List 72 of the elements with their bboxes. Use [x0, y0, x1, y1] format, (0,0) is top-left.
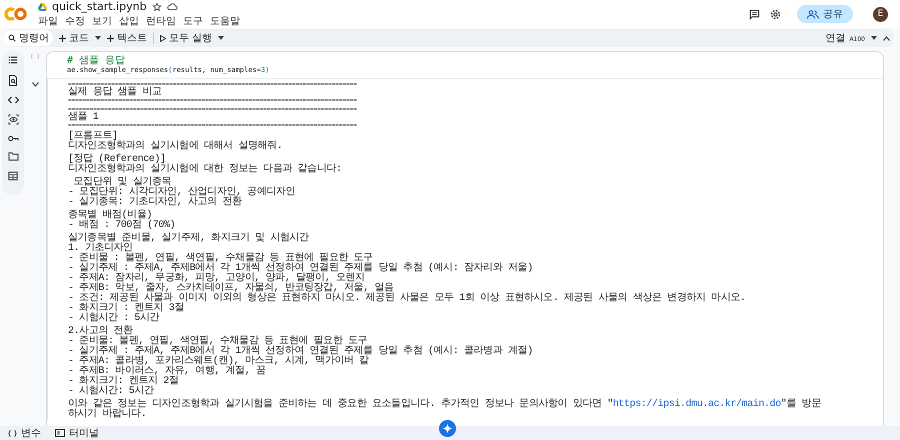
- output-line: - 준비물 : 볼펜, 연필, 색연필, 수채물감 등 표현에 필요한 도구: [68, 254, 374, 264]
- add-code-button[interactable]: 코드: [59, 31, 89, 45]
- output-line: - 실기주제 : 주제A, 주제B에서 각 1개씩 선정하여 연결된 주제를 당일 추첨 (예시: 잠자리와 저울): [68, 264, 534, 274]
- output-line: 종목별 배점(비율): [68, 211, 152, 221]
- drive-icon: [38, 2, 47, 10]
- output-line: 이와 같은 정보는 디자인조형학과 실기시험을 준비하는 데 중요한 요소들입니다. 추가적인 정보나 문의사항이 있다면 "https://ipsi.dmu.ac.kr/main.do"를 방문하시기 바랍니다.: [68, 400, 822, 420]
- plus-icon: [107, 34, 114, 42]
- comment-icon[interactable]: [749, 8, 760, 20]
- output-line: - 주제B: 악보, 줄자, 스카치테이프, 자물쇠, 반코팅장갑, 저울, 얼음: [68, 284, 395, 294]
- output-line: - 배점 : 700점 (70%): [68, 221, 176, 231]
- output-line: 실제 응답 샘플 비교: [68, 88, 163, 98]
- output-line: - 화지크기: 켄트지 2절: [68, 377, 180, 387]
- output-line: - 시험시간 : 5시간: [68, 314, 160, 324]
- chevron-down-icon[interactable]: [32, 82, 38, 87]
- output-line: 디자인조형학과의 실기시험에 대해서 설명해줘.: [68, 142, 284, 152]
- braces-icon: [8, 430, 17, 436]
- table-of-contents-icon[interactable]: [8, 55, 18, 65]
- output-line: 2.사고의 전환: [68, 327, 133, 337]
- output-line: - 주제A: 콜라병, 포카리스웨트(캔), 마스크, 시계, 맥가이버 칼: [68, 357, 370, 367]
- caret-icon[interactable]: [95, 36, 101, 40]
- run-all-button[interactable]: 모두 실행: [160, 31, 212, 45]
- folder-icon[interactable]: [8, 152, 18, 161]
- output-line: - 준비물: 볼펜, 연필, 색연필, 수채물감 등 표현에 필요한 도구: [68, 337, 368, 347]
- variables-button[interactable]: 변수: [8, 426, 41, 440]
- output-line: - 조건: 제공된 사물과 이미지 이외의 형상은 표현하지 마시오. 제공된 사물은 모두 1회 이상 표현하시오. 제공된 사물의 색상은 변경하지 마시오.: [68, 294, 747, 304]
- key-icon[interactable]: [8, 135, 18, 142]
- play-icon: [160, 34, 166, 42]
- search-icon: [8, 34, 16, 42]
- cloud-icon[interactable]: [166, 2, 178, 11]
- menu-item[interactable]: 도움말: [210, 14, 240, 28]
- plus-icon: [59, 34, 66, 42]
- eye-icon[interactable]: [8, 114, 18, 125]
- code-icon[interactable]: [8, 96, 18, 104]
- output-line: - 시험시간: 5시간: [68, 387, 155, 397]
- output-line: 샘플 1: [68, 113, 100, 123]
- terminal-icon: [55, 429, 65, 437]
- caret-icon[interactable]: [218, 36, 224, 40]
- settings-icon[interactable]: [770, 8, 781, 20]
- output-line: 디자인조형학과의 실기시험에 대한 정보는 다음과 같습니다:: [68, 165, 343, 175]
- output-line: - 모집단위: 시각디자인, 산업디자인, 공예디자인: [68, 188, 296, 198]
- output-line: - 주제A: 잠자리, 무궁화, 피망, 고양이, 양파, 달팽이, 오렌지: [68, 274, 365, 284]
- output-line: 모집단위 및 실기종목: [72, 178, 172, 188]
- add-text-button[interactable]: 텍스트: [107, 31, 147, 45]
- output-line: - 주제B: 바이러스, 자유, 여행, 계절, 꿈: [68, 367, 267, 377]
- output-line: - 실기주제 : 주제A, 주제B에서 각 1개씩 선정하여 연결된 주제를 당일 추첨 (예시: 콜라병과 계절): [68, 347, 534, 357]
- menu-item[interactable]: 삽입: [119, 14, 139, 28]
- code-comment: # 샘플 응답: [67, 55, 126, 66]
- output-line: 1. 기초디자인: [68, 244, 133, 254]
- avatar[interactable]: E: [873, 6, 888, 22]
- menu-item[interactable]: 런타임: [146, 14, 176, 28]
- people-icon: [807, 10, 819, 18]
- output-line: [정답 (Reference)]: [68, 155, 166, 165]
- menu-item[interactable]: 보기: [92, 14, 112, 28]
- terminal-button[interactable]: 터미널: [55, 426, 99, 440]
- output-line: 실기종목별 준비물, 실기주제, 화지크기 및 시험시간: [68, 234, 310, 244]
- share-button[interactable]: 공유: [797, 5, 853, 23]
- output-line: [프롬프트]: [68, 132, 118, 142]
- caret-icon[interactable]: [871, 36, 877, 40]
- output-line: - 실기종목: 기초디자인, 사고의 전환: [68, 198, 243, 208]
- output-line: - 화지크기 : 켄트지 3절: [68, 304, 186, 314]
- table-icon[interactable]: [8, 171, 18, 181]
- menu-item[interactable]: 도구: [183, 14, 203, 28]
- output-link[interactable]: https://ipsi.dmu.ac.kr/main.do: [612, 399, 781, 410]
- collapse-icon[interactable]: [883, 36, 890, 40]
- sparkle-button[interactable]: [439, 420, 456, 437]
- notebook-title[interactable]: quick_start.ipynb: [52, 0, 147, 13]
- star-icon[interactable]: [152, 2, 162, 12]
- command-search-button[interactable]: 명령어: [4, 30, 53, 46]
- logo-icon[interactable]: [4, 6, 28, 22]
- menu-item[interactable]: 파일: [38, 14, 58, 28]
- find-icon[interactable]: [8, 75, 18, 86]
- menu-item[interactable]: 수정: [65, 14, 85, 28]
